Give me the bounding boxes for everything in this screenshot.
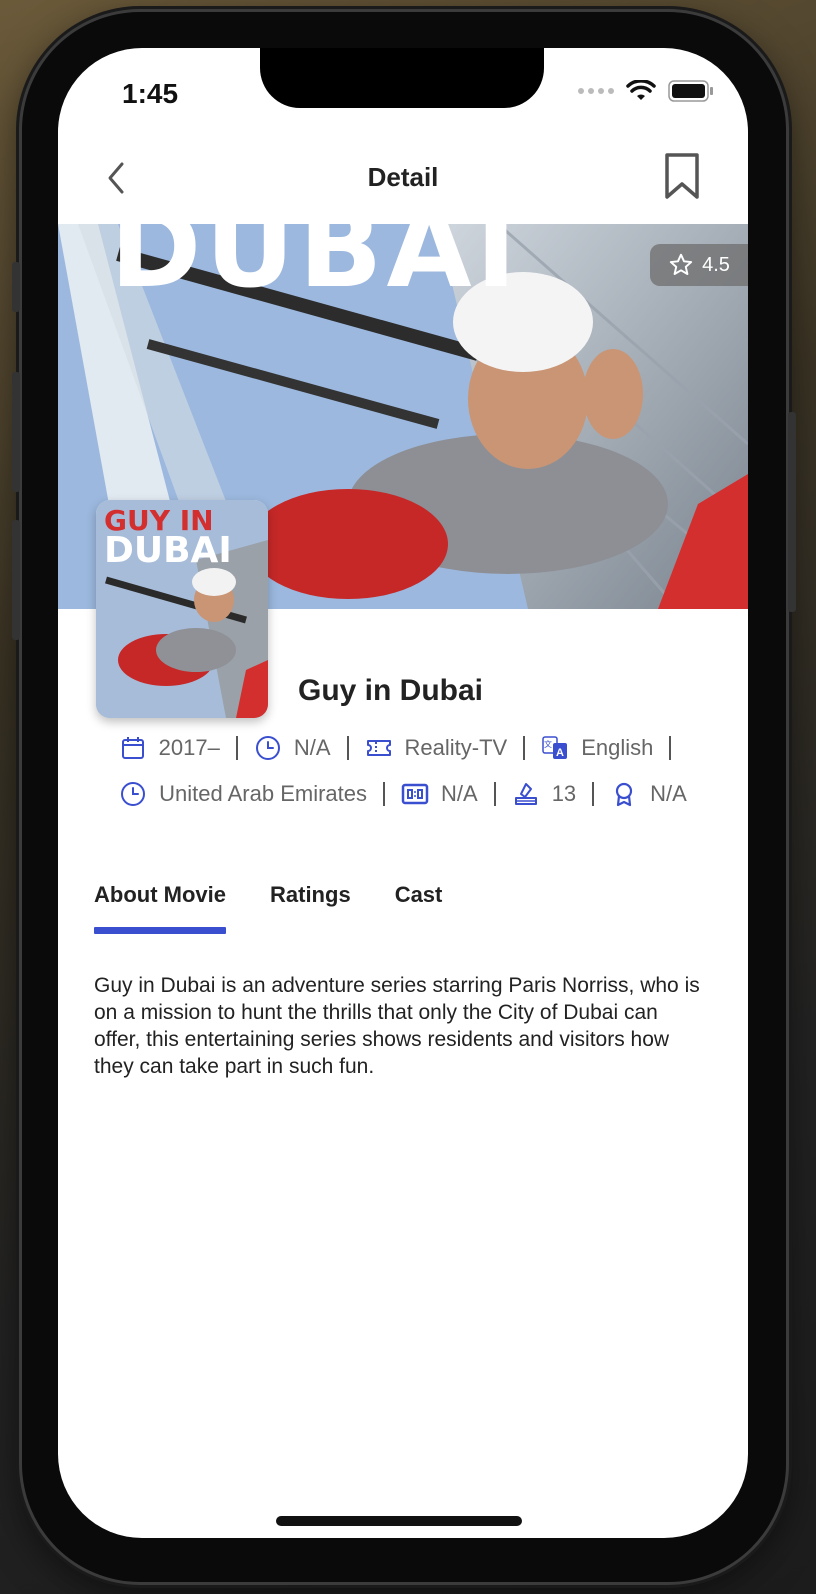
meta-votes: 13 (512, 780, 576, 808)
status-icons (578, 80, 714, 102)
navigation-bar: Detail (58, 148, 748, 208)
meta-awards-value: N/A (650, 781, 687, 806)
meta-divider (493, 782, 496, 806)
status-time: 1:45 (122, 78, 179, 109)
poster-title-text: GUY IN DUBAI (104, 506, 232, 571)
meta-divider (523, 736, 526, 760)
meta-awards: N/A (610, 780, 687, 808)
meta-divider (669, 736, 672, 760)
show-title: Guy in Dubai (298, 674, 484, 707)
calendar-icon (121, 737, 144, 759)
meta-year-value: 2017– (158, 735, 220, 760)
scoreboard-icon (401, 783, 429, 805)
rating-value: 4.5 (702, 253, 730, 276)
about-description: Guy in Dubai is an adventure series star… (94, 974, 700, 1078)
notch (260, 48, 544, 108)
bookmark-icon[interactable] (662, 152, 702, 200)
translate-icon: A 文 (542, 736, 568, 759)
meta-divider (235, 736, 238, 760)
detail-tabs: About Movie Ratings Cast (94, 882, 443, 934)
poster-image: GUY IN DUBAI (96, 500, 268, 718)
tab-about-movie[interactable]: About Movie (94, 882, 226, 934)
battery-icon (668, 80, 713, 102)
volume-up-button (12, 372, 20, 492)
meta-genre-value: Reality-TV (404, 735, 508, 760)
tab-ratings[interactable]: Ratings (270, 882, 351, 926)
svg-text:A: A (556, 747, 564, 759)
ticket-icon (366, 740, 391, 756)
rating-badge: 4.5 (650, 244, 748, 286)
mute-switch (12, 262, 20, 312)
clock-icon (121, 782, 146, 806)
meta-score-value: N/A (441, 781, 478, 806)
vote-icon (514, 783, 537, 805)
svg-text:文: 文 (544, 739, 552, 749)
home-indicator[interactable] (276, 1516, 522, 1526)
tab-cast[interactable]: Cast (395, 882, 443, 926)
meta-row-2: United Arab Emirates N/A 13 N/A (58, 780, 748, 808)
page-title: Detail (367, 162, 439, 192)
meta-country-value: United Arab Emirates (159, 781, 367, 806)
meta-divider (346, 736, 349, 760)
app-screen: 1:45 Detail DUBAI 4.5 GUY IN DUBAI Guy i… (58, 48, 748, 1538)
wifi-icon (626, 80, 656, 100)
meta-divider (592, 782, 595, 806)
meta-score: N/A (401, 780, 478, 808)
meta-language: A 文 English (541, 734, 653, 762)
meta-country: United Arab Emirates (119, 780, 367, 808)
power-button (788, 412, 796, 612)
star-outline-icon (669, 253, 693, 275)
backdrop-banner-text: DUBAI (110, 224, 521, 312)
meta-divider (383, 782, 385, 806)
signal-icon (578, 88, 614, 94)
meta-language-value: English (581, 735, 654, 760)
meta-year: 2017– (119, 734, 220, 762)
meta-votes-value: 13 (551, 781, 577, 806)
meta-row-1: 2017– N/A Reality-TV A 文 English (58, 734, 748, 762)
clock-icon (255, 736, 280, 760)
award-icon (616, 782, 633, 807)
meta-runtime: N/A (254, 734, 331, 762)
meta-genre: Reality-TV (365, 734, 508, 762)
meta-runtime-value: N/A (293, 735, 331, 760)
volume-down-button (12, 520, 20, 640)
poster-text-dubai: DUBAI (104, 530, 232, 571)
